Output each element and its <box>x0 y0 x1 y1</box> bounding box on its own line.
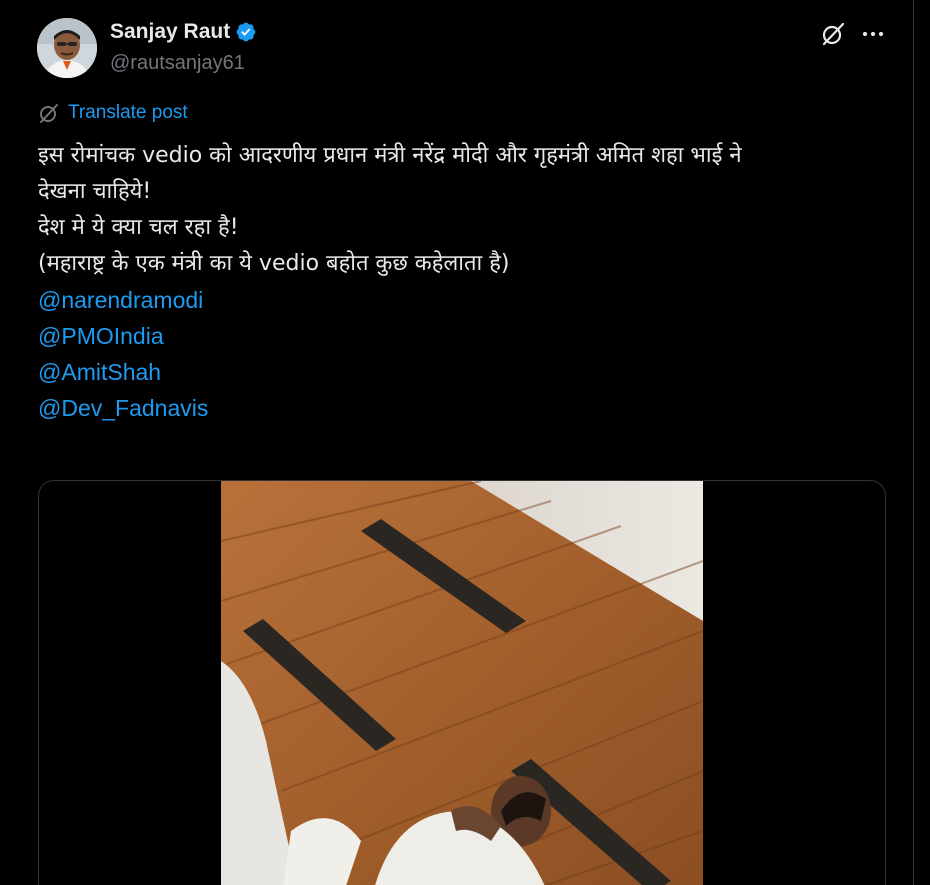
verified-badge-icon <box>236 22 256 42</box>
author-name-row[interactable]: Sanjay Raut <box>110 20 257 44</box>
author-display-name[interactable]: Sanjay Raut <box>110 20 230 44</box>
post-text-line: इस रोमांचक vedio को आदरणीय प्रधान मंत्री… <box>38 143 742 168</box>
video-thumbnail <box>221 481 703 885</box>
post: Sanjay Raut @rautsanjay61 Translate post… <box>0 0 913 885</box>
column-divider <box>913 0 914 885</box>
mention-amitshah[interactable]: @AmitShah <box>38 354 161 390</box>
grok-icon[interactable] <box>820 21 846 47</box>
mention-narendramodi[interactable]: @narendramodi <box>38 282 203 318</box>
translate-post-label[interactable]: Translate post <box>68 102 188 124</box>
post-text: इस रोमांचक vedio को आदरणीय प्रधान मंत्री… <box>38 138 888 426</box>
post-text-line: (महाराष्ट्र के एक मंत्री का ये vedio बहो… <box>38 251 510 276</box>
translate-post-button[interactable]: Translate post <box>38 102 188 124</box>
avatar[interactable] <box>37 18 97 78</box>
mention-dev-fadnavis[interactable]: @Dev_Fadnavis <box>38 390 208 426</box>
post-text-line: देश मे ये क्या चल रहा है! <box>38 215 239 240</box>
avatar-image <box>37 18 97 78</box>
author-handle[interactable]: @rautsanjay61 <box>110 52 245 75</box>
video-player[interactable] <box>221 481 703 885</box>
translate-globe-icon <box>40 104 58 123</box>
post-text-line: देखना चाहिये! <box>38 179 152 204</box>
media-card <box>38 480 886 885</box>
mention-pmoindia[interactable]: @PMOIndia <box>38 318 164 354</box>
more-options-icon[interactable] <box>860 22 886 46</box>
